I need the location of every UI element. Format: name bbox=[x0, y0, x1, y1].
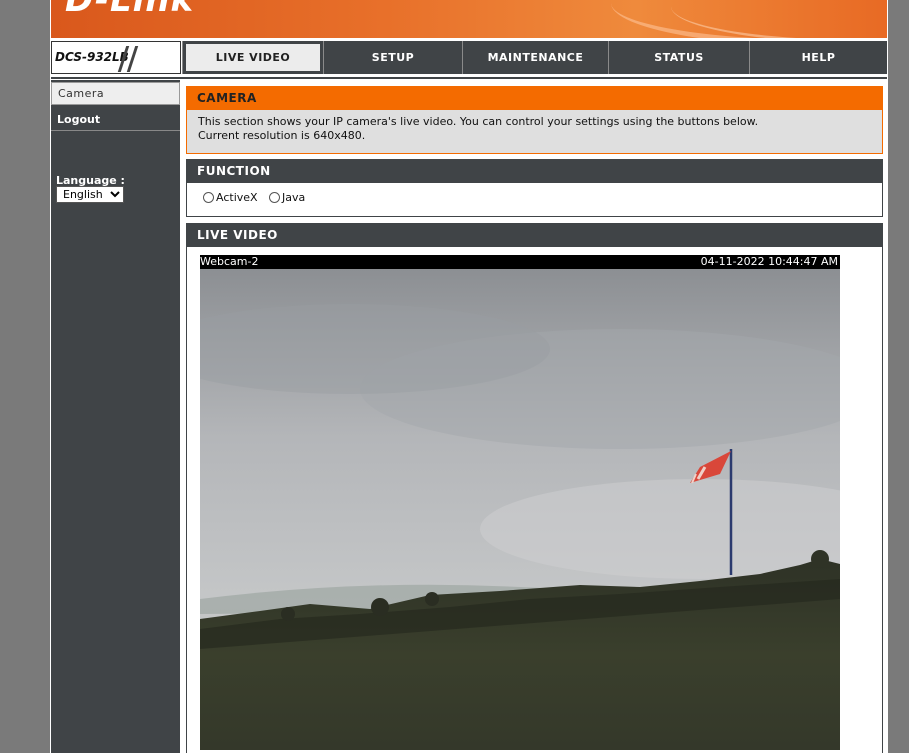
page-frame: D-Link DCS-932LB LIVE VIDEO SETUP MAINTE… bbox=[50, 0, 888, 753]
function-panel-body: ActiveX Java bbox=[186, 183, 883, 217]
camera-description: This section shows your IP camera's live… bbox=[198, 115, 759, 128]
tab-label: HELP bbox=[801, 51, 836, 64]
tab-maintenance[interactable]: MAINTENANCE bbox=[462, 41, 608, 74]
tab-label: LIVE VIDEO bbox=[186, 44, 320, 71]
resolution-text: Current resolution is 640x480. bbox=[198, 129, 366, 142]
tab-label: SETUP bbox=[371, 51, 415, 64]
tab-label: MAINTENANCE bbox=[487, 51, 584, 64]
sidebar-item-camera[interactable]: Camera bbox=[51, 82, 180, 105]
camera-panel-body: This section shows your IP camera's live… bbox=[186, 110, 883, 154]
live-video-panel-title: LIVE VIDEO bbox=[186, 223, 883, 247]
nav-divider bbox=[51, 77, 887, 79]
video-stream[interactable]: Webcam-2 04-11-2022 10:44:47 AM bbox=[200, 255, 840, 750]
tab-label: STATUS bbox=[654, 51, 704, 64]
model-badge: DCS-932LB bbox=[51, 41, 181, 74]
sidebar: Camera Logout Language : English bbox=[51, 80, 180, 753]
function-panel-title: FUNCTION bbox=[186, 159, 883, 183]
sidebar-item-logout[interactable]: Logout bbox=[51, 108, 180, 131]
top-nav: DCS-932LB LIVE VIDEO SETUP MAINTENANCE S… bbox=[51, 41, 887, 74]
tab-setup[interactable]: SETUP bbox=[323, 41, 462, 74]
tab-help[interactable]: HELP bbox=[749, 41, 887, 74]
camera-scene-image bbox=[200, 269, 840, 750]
language-select[interactable]: English bbox=[56, 186, 124, 203]
tab-status[interactable]: STATUS bbox=[608, 41, 749, 74]
dlink-logo: D-Link bbox=[65, 0, 195, 20]
radio-button[interactable] bbox=[203, 192, 214, 203]
tab-live-video[interactable]: LIVE VIDEO bbox=[182, 41, 323, 74]
java-radio[interactable]: Java bbox=[269, 191, 305, 204]
camera-panel-title: CAMERA bbox=[186, 86, 883, 110]
radio-button[interactable] bbox=[269, 192, 280, 203]
header-banner: D-Link bbox=[51, 0, 887, 38]
model-name: DCS-932LB bbox=[55, 50, 129, 64]
activex-radio[interactable]: ActiveX bbox=[203, 191, 258, 204]
radio-label: Java bbox=[282, 191, 306, 204]
video-overlay-bar: Webcam-2 04-11-2022 10:44:47 AM bbox=[200, 255, 840, 269]
live-video-panel-body: Webcam-2 04-11-2022 10:44:47 AM bbox=[186, 247, 883, 753]
video-timestamp: 04-11-2022 10:44:47 AM bbox=[700, 255, 838, 268]
radio-label: ActiveX bbox=[216, 191, 258, 204]
camera-name: Webcam-2 bbox=[200, 255, 259, 268]
